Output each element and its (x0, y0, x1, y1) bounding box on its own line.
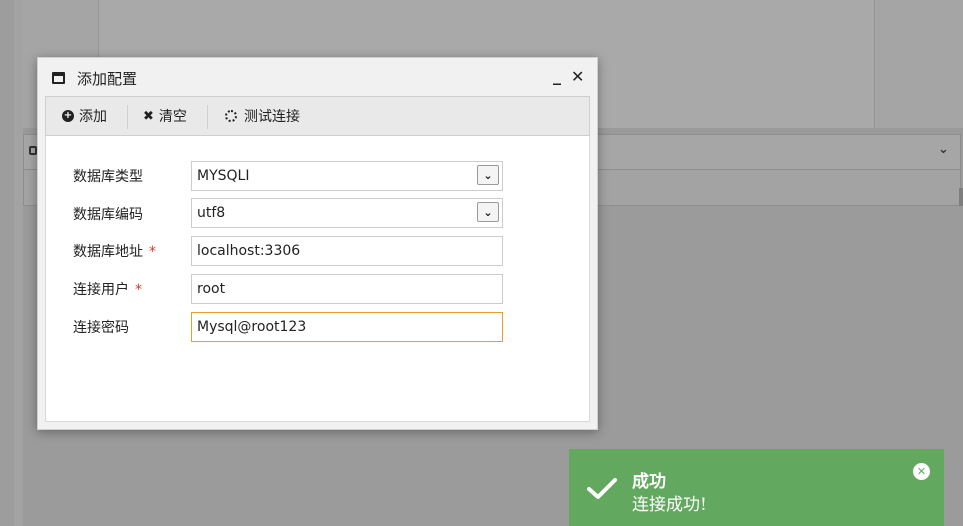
db-type-value: MYSQLI (197, 168, 250, 184)
dialog-toolbar: + 添加 ✖ 清空 测试连接 (45, 96, 590, 136)
dialog-title: 添加配置 (77, 70, 138, 88)
db-type-label: 数据库类型 (73, 166, 143, 186)
db-encoding-label-text: 数据库编码 (73, 207, 143, 223)
minimize-button[interactable]: _ (553, 66, 561, 85)
add-button-label: 添加 (79, 109, 107, 125)
check-icon (587, 478, 617, 499)
lock-icon (29, 146, 37, 155)
db-address-label: 数据库地址 * (73, 241, 156, 261)
window-icon (52, 72, 65, 84)
chevron-down-icon: ⌄ (938, 142, 949, 157)
conn-password-label: 连接密码 (73, 317, 129, 337)
chevron-down-icon[interactable]: ⌄ (477, 165, 499, 185)
x-icon: ✖ (143, 108, 154, 124)
plus-circle-icon: + (62, 110, 74, 122)
test-connection-button[interactable]: 测试连接 (225, 97, 300, 135)
toast-message: 连接成功! (632, 495, 707, 515)
test-connection-label: 测试连接 (244, 109, 300, 125)
spinner-icon (225, 110, 237, 122)
conn-password-input[interactable]: Mysql@root123 (191, 312, 503, 342)
add-button[interactable]: + 添加 (62, 97, 107, 135)
toolbar-separator (207, 105, 208, 129)
db-address-label-text: 数据库地址 (73, 244, 143, 260)
db-encoding-label: 数据库编码 (73, 204, 143, 224)
background-right-edge (959, 188, 963, 206)
db-type-label-text: 数据库类型 (73, 169, 143, 185)
conn-password-label-text: 连接密码 (73, 320, 129, 336)
required-mark: * (135, 282, 142, 298)
db-encoding-value: utf8 (197, 205, 226, 221)
success-toast: 成功 连接成功! ✕ (569, 449, 944, 526)
toast-title: 成功 (632, 472, 666, 492)
required-mark: * (149, 244, 156, 260)
add-config-dialog: 添加配置 _ ✕ + 添加 ✖ 清空 测试连接 数据库类型 MYSQLI ⌄ 数… (37, 57, 598, 430)
db-address-value: localhost:3306 (197, 243, 301, 259)
conn-user-label-text: 连接用户 (73, 282, 129, 298)
conn-user-label: 连接用户 * (73, 279, 142, 299)
conn-user-value: root (197, 281, 226, 297)
db-type-select[interactable]: MYSQLI ⌄ (191, 161, 503, 191)
config-form: 数据库类型 MYSQLI ⌄ 数据库编码 utf8 ⌄ 数据库地址 * local… (45, 136, 590, 422)
toolbar-separator (127, 105, 128, 129)
toast-close-button[interactable]: ✕ (913, 463, 930, 480)
clear-button[interactable]: ✖ 清空 (143, 97, 187, 135)
dialog-header: 添加配置 _ ✕ (38, 58, 597, 96)
db-encoding-select[interactable]: utf8 ⌄ (191, 198, 503, 228)
db-address-input[interactable]: localhost:3306 (191, 236, 503, 266)
chevron-down-icon[interactable]: ⌄ (477, 202, 499, 222)
conn-user-input[interactable]: root (191, 274, 503, 304)
clear-button-label: 清空 (158, 109, 187, 125)
close-button[interactable]: ✕ (571, 67, 584, 86)
background-left-strip (0, 0, 15, 526)
conn-password-value: Mysql@root123 (197, 319, 307, 335)
